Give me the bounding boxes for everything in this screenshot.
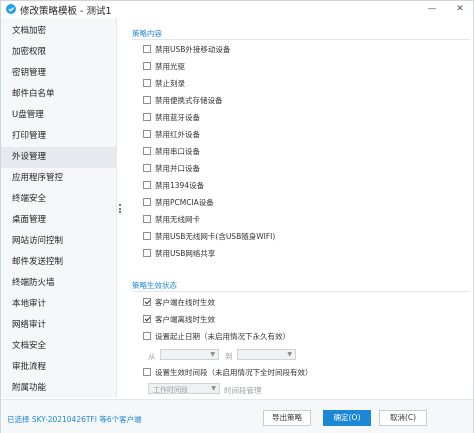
from-label: 从: [148, 352, 156, 361]
sidebar-item-desktop-management[interactable]: 桌面管理: [1, 210, 117, 231]
sidebar-item-endpoint-security[interactable]: 终端安全: [1, 189, 117, 210]
sidebar-item-auxiliary-functions[interactable]: 附属功能: [1, 378, 117, 399]
splitter-grip-icon[interactable]: [119, 204, 121, 213]
option-label: 禁用PCMCIA设备: [155, 198, 214, 207]
policy-content-title: 策略内容: [132, 29, 162, 38]
end-date-picker[interactable]: ▼: [237, 349, 296, 360]
option-label: 禁用USB外接移动设备: [155, 45, 231, 54]
option-label: 禁用红外设备: [155, 130, 200, 139]
ok-button[interactable]: 确定(O): [323, 410, 371, 426]
sidebar-item-key-management[interactable]: 密钥管理: [1, 63, 117, 84]
policy-panel: 策略内容 禁用USB外接移动设备 禁用光驱 禁止刻录 禁用便携式存储设备 禁用蓝…: [122, 18, 473, 398]
dialog-footer: 已选择 SKY-20210426TFI 等6个客户端 导出策略 确定(O) 取消…: [1, 399, 473, 433]
option-label: 客户端离线时生效: [155, 315, 215, 324]
time-period-value: 工作时间段: [153, 386, 188, 394]
chevron-down-icon: ▼: [287, 351, 292, 358]
option-label: 禁用蓝牙设备: [155, 113, 200, 122]
close-icon[interactable]: ✕: [449, 1, 471, 17]
time-period-manage-link[interactable]: 时间段管理: [224, 385, 262, 396]
sidebar-item-local-audit[interactable]: 本地审计: [1, 294, 117, 315]
sidebar-item-print-management[interactable]: 打印管理: [1, 126, 117, 147]
checkbox[interactable]: [143, 298, 151, 306]
checkbox[interactable]: [143, 181, 151, 189]
time-period-select[interactable]: 工作时间段 ▼: [148, 383, 220, 394]
checkbox[interactable]: [143, 164, 151, 172]
sidebar-item-mail-whitelist[interactable]: 邮件白名单: [1, 84, 117, 105]
export-policy-button[interactable]: 导出策略: [263, 410, 311, 426]
title-bar: 修改策略模板 - 测试1 — ✕: [1, 1, 473, 17]
start-date-picker[interactable]: ▼: [160, 349, 219, 360]
option-label: 设置生效时间段（未启用情况下全时间段有效）: [155, 368, 313, 377]
sidebar-item-usb-management[interactable]: U盘管理: [1, 105, 117, 126]
window-title: 修改策略模板 - 测试1: [20, 6, 112, 17]
app-logo-icon: [6, 4, 16, 14]
to-label: 到: [225, 352, 233, 361]
checkbox[interactable]: [143, 368, 151, 376]
checkbox[interactable]: [143, 45, 151, 53]
checkbox[interactable]: [143, 198, 151, 206]
section-divider: [132, 39, 470, 40]
option-label: 禁用串口设备: [155, 147, 200, 156]
option-label: 禁用USB无线网卡(含USB随身WIFI): [155, 232, 276, 241]
selection-status: 已选择 SKY-20210426TFI 等6个客户端: [7, 415, 142, 424]
policy-effect-title: 策略生效状态: [132, 281, 177, 290]
option-label: 禁用无线网卡: [155, 215, 200, 224]
sidebar-item-doc-encrypt[interactable]: 文档加密: [1, 21, 117, 42]
checkbox[interactable]: [143, 113, 151, 121]
checkbox[interactable]: [143, 215, 151, 223]
cancel-button[interactable]: 取消(C): [379, 410, 427, 426]
checkbox[interactable]: [143, 332, 151, 340]
section-divider: [132, 291, 470, 292]
option-label: 禁止刻录: [155, 79, 185, 88]
chevron-down-icon: ▼: [211, 385, 216, 392]
chevron-down-icon: ▼: [210, 351, 215, 358]
checkbox[interactable]: [143, 79, 151, 87]
sidebar-item-app-control[interactable]: 应用程序管控: [1, 168, 117, 189]
option-label: 设置起止日期（未启用情况下永久有效）: [155, 332, 290, 341]
option-label: 禁用便携式存储设备: [155, 96, 223, 105]
sidebar-item-web-access-control[interactable]: 网站访问控制: [1, 231, 117, 252]
option-label: 禁用USB网络共享: [155, 249, 216, 258]
checkbox[interactable]: [143, 147, 151, 155]
sidebar-item-mail-send-control[interactable]: 邮件发送控制: [1, 252, 117, 273]
checkbox[interactable]: [143, 232, 151, 240]
option-label: 禁用1394设备: [155, 181, 205, 190]
sidebar-item-approval-flow[interactable]: 审批流程: [1, 357, 117, 378]
sidebar-item-endpoint-firewall[interactable]: 终端防火墙: [1, 273, 117, 294]
option-label: 禁用光驱: [155, 62, 185, 71]
sidebar-item-encrypt-permission[interactable]: 加密权限: [1, 42, 117, 63]
policy-template-dialog: 修改策略模板 - 测试1 — ✕ 文档加密 加密权限 密钥管理 邮件白名单 U盘…: [0, 0, 474, 433]
sidebar-item-document-security[interactable]: 文档安全: [1, 336, 117, 357]
checkbox[interactable]: [143, 96, 151, 104]
checkbox[interactable]: [143, 62, 151, 70]
checkbox[interactable]: [143, 249, 151, 257]
checkbox[interactable]: [143, 130, 151, 138]
category-sidebar: 文档加密 加密权限 密钥管理 邮件白名单 U盘管理 打印管理 外设管理 应用程序…: [1, 18, 117, 398]
option-label: 禁用并口设备: [155, 164, 200, 173]
option-label: 客户端在线时生效: [155, 298, 215, 307]
sidebar-item-peripheral-management[interactable]: 外设管理: [1, 147, 117, 168]
checkbox[interactable]: [143, 315, 151, 323]
sidebar-item-network-audit[interactable]: 网络审计: [1, 315, 117, 336]
minimize-icon[interactable]: —: [421, 1, 443, 17]
